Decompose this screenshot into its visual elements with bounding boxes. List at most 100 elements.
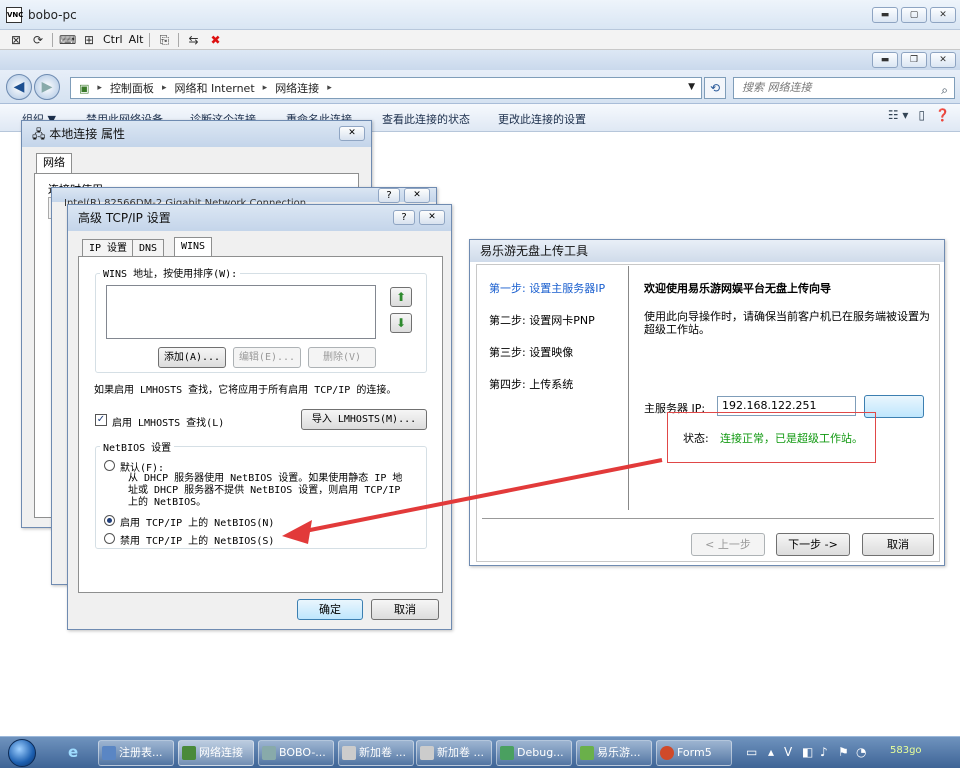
breadcrumb-item[interactable]: 网络和 Internet xyxy=(174,80,254,96)
advanced-tcpip-dialog: 高级 TCP/IP 设置 ? ✕ IP 设置 DNS WINS WINS 地址，… xyxy=(67,204,452,630)
keyboard-icon[interactable]: ▭ xyxy=(746,745,757,759)
netbios-disable-label[interactable]: 禁用 TCP/IP 上的 NetBIOS(S) xyxy=(120,532,274,547)
cancel-button[interactable]: 取消 xyxy=(371,599,439,620)
taskbar-item[interactable]: 注册表... xyxy=(98,740,174,766)
taskbar-item[interactable]: 新加卷 ... xyxy=(416,740,492,766)
ctrl-alt-del-icon[interactable]: ⌨ xyxy=(59,32,76,48)
search-icon[interactable]: ⌕ xyxy=(941,80,948,100)
status-value: 连接正常，已是超级工作站。 xyxy=(720,432,863,445)
wizard-step-4[interactable]: 第四步: 上传系统 xyxy=(489,376,573,392)
taskbar-item[interactable]: 网络连接 xyxy=(178,740,254,766)
taskbar-item[interactable]: Form5 xyxy=(656,740,732,766)
maximize-button[interactable]: ▢ xyxy=(901,7,927,23)
address-bar: ◀ ▶ ▣ ▸ 控制面板 ▸ 网络和 Internet ▸ 网络连接 ▸ ▼ ⟲… xyxy=(0,70,960,104)
tab-dns[interactable]: DNS xyxy=(132,239,165,257)
tab-network[interactable]: 网络 xyxy=(36,153,72,173)
netbios-enable-label[interactable]: 启用 TCP/IP 上的 NetBIOS(N) xyxy=(120,514,274,529)
remove-button[interactable]: 删除(V) xyxy=(308,347,376,368)
explorer-close-button[interactable]: ✕ xyxy=(930,52,956,68)
prev-button[interactable]: < 上一步 xyxy=(691,533,765,556)
search-input[interactable]: 搜索 网络连接 ⌕ xyxy=(733,77,955,99)
close-button[interactable]: ✕ xyxy=(419,210,445,225)
windows-key-icon[interactable]: ⊞ xyxy=(81,32,97,48)
wizard-step-1[interactable]: 第一步: 设置主服务器IP xyxy=(489,280,605,296)
wizard-cancel-button[interactable]: 取消 xyxy=(862,533,934,556)
start-button[interactable] xyxy=(8,739,36,767)
transfer-icon[interactable]: ⇆ xyxy=(185,32,201,48)
preview-pane-icon[interactable]: ▯ xyxy=(918,108,925,122)
network-icon: 🖧 xyxy=(32,127,50,141)
vnc-tray-icon[interactable]: V xyxy=(784,745,792,759)
status-label: 状态: xyxy=(683,432,709,445)
view-options-icon[interactable]: ☷ ▾ xyxy=(888,108,909,122)
lmhosts-checkbox[interactable]: ✓ xyxy=(95,414,107,426)
ie-icon[interactable]: e xyxy=(68,743,78,761)
wizard-step-3[interactable]: 第三步: 设置映像 xyxy=(489,344,573,360)
system-tray: ▭ ▴ V ◧ ♪ ⚑ ◔ 583go xyxy=(740,737,960,768)
explorer-restore-button[interactable]: ❐ xyxy=(901,52,927,68)
vnc-window-title: bobo-pc xyxy=(28,8,77,22)
watermark-text: 583go xyxy=(890,745,922,756)
volume-icon[interactable]: ♪ xyxy=(820,745,828,759)
edit-button[interactable]: 编辑(E)... xyxy=(233,347,301,368)
help-button[interactable]: ? xyxy=(378,188,400,203)
chevron-down-icon[interactable]: ▼ xyxy=(688,82,695,92)
upload-wizard-window: 易乐游无盘上传工具 第一步: 设置主服务器IP 第二步: 设置网卡PNP 第三步… xyxy=(469,239,945,566)
refresh-button[interactable]: ⟲ xyxy=(704,77,726,99)
flag-icon[interactable]: ⚑ xyxy=(838,745,849,759)
network-tray-icon[interactable]: ◧ xyxy=(802,745,813,759)
close-button[interactable]: ✕ xyxy=(930,7,956,23)
help-button[interactable]: ? xyxy=(393,210,415,225)
netbios-default-label[interactable]: 默认(F): xyxy=(120,459,164,474)
explorer-minimize-button[interactable]: ▬ xyxy=(872,52,898,68)
back-button[interactable]: ◀ xyxy=(6,74,32,100)
lmhosts-note: 如果启用 LMHOSTS 查找，它将应用于所有启用 TCP/IP 的连接。 xyxy=(94,385,397,396)
vnc-toolbar: ⊠ ⟳ ⌨ ⊞ Ctrl Alt ⎘ ⇆ ✖ xyxy=(0,30,960,50)
cmd-change-settings[interactable]: 更改此连接的设置 xyxy=(498,111,586,127)
taskbar-item[interactable]: Debug... xyxy=(496,740,572,766)
netbios-default-desc-3: 上的 NetBIOS。 xyxy=(128,497,207,508)
vnc-app-icon: VNC xyxy=(6,7,23,23)
refresh-icon[interactable]: ⟳ xyxy=(30,32,46,48)
forward-button[interactable]: ▶ xyxy=(34,74,60,100)
vnc-titlebar: VNC bobo-pc ▬ ▢ ✕ xyxy=(0,0,960,30)
taskbar-item[interactable]: 易乐游... xyxy=(576,740,652,766)
ok-button[interactable]: 确定 xyxy=(297,599,363,620)
move-up-button[interactable]: ⬆ xyxy=(390,287,412,307)
taskbar-item[interactable]: 新加卷 ... xyxy=(338,740,414,766)
clipboard-icon[interactable]: ⎘ xyxy=(156,32,172,48)
wins-address-label: WINS 地址，按使用排序(W): xyxy=(100,265,241,280)
netbios-disable-radio[interactable] xyxy=(104,533,115,544)
tab-ip-settings[interactable]: IP 设置 xyxy=(82,239,135,257)
netbios-default-radio[interactable] xyxy=(104,460,115,471)
netbios-group-label: NetBIOS 设置 xyxy=(100,439,175,454)
breadcrumb[interactable]: ▣ ▸ 控制面板 ▸ 网络和 Internet ▸ 网络连接 ▸ ▼ xyxy=(70,77,702,99)
breadcrumb-item[interactable]: 网络连接 xyxy=(275,80,319,96)
next-button[interactable]: 下一步 -> xyxy=(776,533,850,556)
breadcrumb-item[interactable]: 控制面板 xyxy=(110,80,154,96)
taskbar-item[interactable]: BOBO-... xyxy=(258,740,334,766)
ctrl-key-button[interactable]: Ctrl xyxy=(103,33,123,46)
dialog-title: 🖧 本地连接 属性 xyxy=(22,121,371,147)
lmhosts-checkbox-label[interactable]: 启用 LMHOSTS 查找(L) xyxy=(112,414,224,429)
add-button[interactable]: 添加(A)... xyxy=(158,347,226,368)
minimize-button[interactable]: ▬ xyxy=(872,7,898,23)
wizard-title: 易乐游无盘上传工具 xyxy=(470,240,944,262)
folder-icon: ▣ xyxy=(79,81,90,95)
tab-wins[interactable]: WINS xyxy=(174,237,213,257)
disconnect-icon[interactable]: ✖ xyxy=(207,32,223,48)
import-lmhosts-button[interactable]: 导入 LMHOSTS(M)... xyxy=(301,409,427,430)
alt-key-button[interactable]: Alt xyxy=(129,33,144,46)
watermark-logo: ◔ xyxy=(856,745,867,759)
wins-address-list[interactable] xyxy=(106,285,376,339)
cmd-view-status[interactable]: 查看此连接的状态 xyxy=(382,111,470,127)
chevron-up-icon[interactable]: ▴ xyxy=(768,745,774,759)
explorer-titlebar: ▬ ❐ ✕ xyxy=(0,50,960,70)
move-down-button[interactable]: ⬇ xyxy=(390,313,412,333)
close-button[interactable]: ✕ xyxy=(404,188,430,203)
netbios-enable-radio[interactable] xyxy=(104,515,115,526)
options-icon[interactable]: ⊠ xyxy=(8,32,24,48)
wizard-step-2[interactable]: 第二步: 设置网卡PNP xyxy=(489,312,595,328)
help-icon[interactable]: ❓ xyxy=(935,108,950,122)
close-button[interactable]: ✕ xyxy=(339,126,365,141)
